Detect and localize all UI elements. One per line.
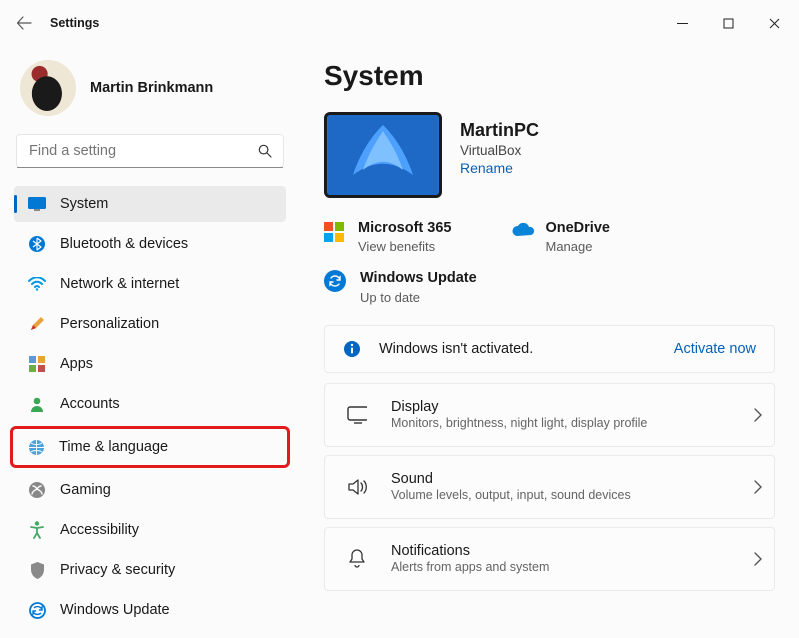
tile-title: OneDrive	[545, 220, 609, 237]
nav-label: Bluetooth & devices	[60, 236, 188, 252]
nav-item-gaming[interactable]: Gaming	[14, 472, 286, 508]
maximize-button[interactable]	[705, 6, 751, 40]
paintbrush-icon	[28, 315, 46, 333]
nav-item-apps[interactable]: Apps	[14, 346, 286, 382]
banner-message: Windows isn't activated.	[379, 341, 656, 357]
pc-info-row: MartinPC VirtualBox Rename	[324, 112, 775, 198]
profile[interactable]: Martin Brinkmann	[14, 56, 286, 134]
card-notifications[interactable]: Notifications Alerts from apps and syste…	[324, 527, 775, 591]
chevron-right-icon	[753, 552, 762, 566]
info-icon	[343, 340, 361, 358]
close-icon	[769, 18, 780, 29]
card-sub: Volume levels, output, input, sound devi…	[391, 488, 729, 502]
tile-windows-update[interactable]: Windows Update Up to date	[324, 270, 775, 304]
cloud-icon	[511, 220, 531, 238]
nav-label: Privacy & security	[60, 562, 175, 578]
tile-m365[interactable]: Microsoft 365 View benefits	[324, 220, 451, 254]
nav-label: Accessibility	[60, 522, 139, 538]
back-button[interactable]	[2, 15, 46, 31]
nav-item-accessibility[interactable]: Accessibility	[14, 512, 286, 548]
nav-item-bluetooth[interactable]: Bluetooth & devices	[14, 226, 286, 262]
pc-model: VirtualBox	[460, 143, 539, 158]
card-title: Display	[391, 399, 729, 415]
desktop-thumbnail	[324, 112, 442, 198]
title-bar: Settings	[0, 0, 799, 46]
update-icon	[28, 601, 46, 619]
tile-sub: View benefits	[358, 239, 451, 254]
globe-clock-icon	[27, 438, 45, 456]
nav-label: Windows Update	[60, 602, 170, 618]
user-name: Martin Brinkmann	[90, 80, 213, 96]
nav-item-time-language[interactable]: Time & language	[13, 429, 287, 465]
nav-item-network[interactable]: Network & internet	[14, 266, 286, 302]
tile-title: Windows Update	[360, 270, 477, 287]
app-title: Settings	[50, 16, 99, 30]
minimize-icon	[677, 18, 688, 29]
nav-item-system[interactable]: System	[14, 186, 286, 222]
xbox-icon	[28, 481, 46, 499]
search-box[interactable]	[16, 134, 284, 168]
pc-name: MartinPC	[460, 120, 539, 141]
arrow-left-icon	[16, 15, 32, 31]
nav-label: Personalization	[60, 316, 159, 332]
rename-link[interactable]: Rename	[460, 160, 539, 176]
chevron-right-icon	[753, 408, 762, 422]
bell-icon	[347, 548, 367, 570]
tile-onedrive[interactable]: OneDrive Manage	[511, 220, 609, 254]
nav: System Bluetooth & devices Network & int…	[14, 186, 286, 638]
card-title: Notifications	[391, 543, 729, 559]
tile-sub: Manage	[545, 239, 609, 254]
nav-item-windows-update[interactable]: Windows Update	[14, 592, 286, 628]
nav-item-accounts[interactable]: Accounts	[14, 386, 286, 422]
accessibility-icon	[28, 521, 46, 539]
search-input[interactable]	[17, 143, 247, 159]
update-icon	[324, 270, 346, 292]
nav-label: Accounts	[60, 396, 120, 412]
person-icon	[28, 395, 46, 413]
avatar	[20, 60, 76, 116]
apps-icon	[28, 355, 46, 373]
nav-label: Time & language	[59, 439, 168, 455]
nav-label: Apps	[60, 356, 93, 372]
nav-label: System	[60, 196, 108, 212]
main: System MartinPC VirtualBox Rename Micros…	[300, 46, 799, 630]
display-icon	[347, 406, 367, 424]
bluetooth-icon	[28, 235, 46, 253]
minimize-button[interactable]	[659, 6, 705, 40]
activate-link[interactable]: Activate now	[674, 341, 756, 357]
sidebar: Martin Brinkmann System Bluetooth & devi…	[0, 46, 300, 630]
nav-item-personalization[interactable]: Personalization	[14, 306, 286, 342]
m365-icon	[324, 220, 344, 242]
card-title: Sound	[391, 471, 729, 487]
nav-label: Gaming	[60, 482, 111, 498]
card-sound[interactable]: Sound Volume levels, output, input, soun…	[324, 455, 775, 519]
card-display[interactable]: Display Monitors, brightness, night ligh…	[324, 383, 775, 447]
activation-banner: Windows isn't activated. Activate now	[324, 325, 775, 373]
chevron-right-icon	[753, 480, 762, 494]
sound-icon	[347, 477, 367, 497]
tile-sub: Up to date	[360, 290, 477, 305]
maximize-icon	[723, 18, 734, 29]
nav-label: Network & internet	[60, 276, 179, 292]
tile-title: Microsoft 365	[358, 220, 451, 237]
page-title: System	[324, 60, 775, 92]
highlight-annotation: Time & language	[10, 426, 290, 468]
wifi-icon	[28, 275, 46, 293]
shield-icon	[28, 561, 46, 579]
nav-item-privacy[interactable]: Privacy & security	[14, 552, 286, 588]
close-button[interactable]	[751, 6, 797, 40]
system-icon	[28, 195, 46, 213]
card-sub: Alerts from apps and system	[391, 560, 729, 574]
card-sub: Monitors, brightness, night light, displ…	[391, 416, 729, 430]
search-icon	[247, 144, 283, 158]
